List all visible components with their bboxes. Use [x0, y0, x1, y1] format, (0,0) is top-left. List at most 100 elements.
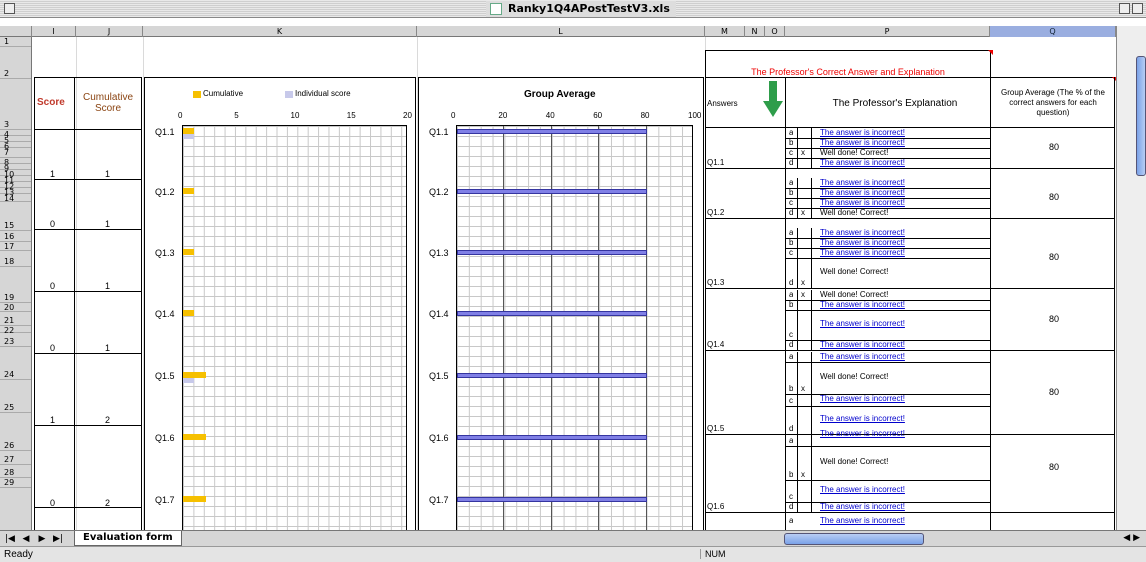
explanation-incorrect-link[interactable]: The answer is incorrect!	[820, 198, 905, 208]
explanation-correct[interactable]: Well done! Correct!	[820, 372, 888, 382]
row-header-17[interactable]: 17	[0, 242, 31, 251]
explanation-incorrect-link[interactable]: The answer is incorrect!	[820, 485, 905, 495]
prev-sheet-button[interactable]: ◀	[20, 533, 32, 545]
explanation-incorrect-link[interactable]: The answer is incorrect!	[820, 188, 905, 198]
horizontal-scroll-arrows[interactable]: ◀ ▶	[1123, 533, 1140, 543]
explanation-incorrect-link[interactable]: The answer is incorrect!	[820, 128, 905, 138]
column-header-j[interactable]: J	[76, 26, 143, 37]
l-major-gridline	[645, 126, 647, 530]
row-header-7[interactable]: 7	[0, 148, 31, 158]
column-header-n[interactable]: N	[745, 26, 765, 37]
row-header-16[interactable]: 16	[0, 231, 31, 242]
worksheet-grid[interactable]: Score Cumulative Score 1 1 0 1 0 1 0 1 1…	[32, 37, 1116, 530]
question-divider	[705, 350, 1115, 351]
option-letter: a	[789, 436, 794, 445]
group-average-bar	[457, 250, 647, 255]
explanation-incorrect-link[interactable]: The answer is incorrect!	[820, 340, 905, 350]
collapse-box-icon[interactable]	[1132, 3, 1143, 14]
row-header-1[interactable]: 1	[0, 37, 31, 47]
l-x-tick-label: 100	[688, 111, 702, 120]
option-col-divider	[797, 424, 798, 512]
explanation-incorrect-link[interactable]: The answer is incorrect!	[820, 158, 905, 168]
close-box-icon[interactable]	[4, 3, 15, 14]
first-sheet-button[interactable]: |◀	[4, 533, 16, 545]
explanation-incorrect-link[interactable]: The answer is incorrect!	[820, 319, 905, 329]
status-bar: Ready NUM	[0, 546, 1146, 562]
vertical-scroll-thumb[interactable]	[1136, 56, 1146, 176]
column-header-i[interactable]: I	[32, 26, 76, 37]
explanation-correct[interactable]: Well done! Correct!	[820, 457, 888, 467]
row-header-24[interactable]: 24	[0, 347, 31, 380]
explanation-incorrect-link[interactable]: The answer is incorrect!	[820, 248, 905, 258]
window-title-bar: Ranky1Q4APostTestV3.xls	[0, 0, 1146, 18]
row-header-18[interactable]: 18	[0, 251, 31, 267]
explanation-correct[interactable]: Well done! Correct!	[820, 267, 888, 277]
mark-col-divider	[811, 178, 812, 218]
zoom-box-icon[interactable]	[1119, 3, 1130, 14]
option-letter: a	[789, 516, 794, 525]
explanation-incorrect-link[interactable]: The answer is incorrect!	[820, 516, 905, 526]
explanation-correct[interactable]: Well done! Correct!	[820, 208, 888, 218]
explanation-incorrect-link[interactable]: The answer is incorrect!	[820, 502, 905, 512]
explanation-incorrect-link[interactable]: The answer is incorrect!	[820, 138, 905, 148]
option-letter: b	[789, 384, 794, 393]
professor-header: The Professor's Correct Answer and Expla…	[751, 67, 945, 77]
row-header-14[interactable]: 14	[0, 194, 31, 203]
row-header-23[interactable]: 23	[0, 333, 31, 347]
cumulative-q1-3: 1	[105, 281, 111, 291]
vertical-scrollbar[interactable]	[1116, 26, 1146, 530]
row-header-15[interactable]: 15	[0, 202, 31, 231]
column-header-k[interactable]: K	[143, 26, 417, 37]
last-sheet-button[interactable]: ▶|	[52, 533, 64, 545]
explanation-correct[interactable]: Well done! Correct!	[820, 148, 888, 158]
mark-col-divider	[811, 290, 812, 350]
option-letter: a	[789, 352, 794, 361]
row-header-28[interactable]: 28	[0, 465, 31, 478]
explanation-incorrect-link[interactable]: The answer is incorrect!	[820, 414, 905, 424]
option-row-divider	[785, 480, 990, 481]
explanation-incorrect-link[interactable]: The answer is incorrect!	[820, 352, 905, 362]
column-header-p[interactable]: P	[785, 26, 990, 37]
horizontal-scroll-thumb[interactable]	[784, 533, 924, 545]
down-arrow-icon	[763, 81, 783, 119]
row-header-21[interactable]: 21	[0, 312, 31, 326]
row-header-25[interactable]: 25	[0, 380, 31, 413]
explanation-incorrect-link[interactable]: The answer is incorrect!	[820, 238, 905, 248]
row-header-26[interactable]: 26	[0, 413, 31, 451]
sheet-tab-evaluation-form[interactable]: Evaluation form	[74, 531, 182, 546]
explanation-correct[interactable]: Well done! Correct!	[820, 290, 888, 300]
row-header-2[interactable]: 2	[0, 47, 31, 79]
column-header-m[interactable]: M	[705, 26, 745, 37]
column-header-o[interactable]: O	[765, 26, 785, 37]
row-header-20[interactable]: 20	[0, 303, 31, 312]
cumulative-bar	[183, 496, 206, 502]
cumulative-q1-5: 2	[105, 415, 111, 425]
select-all-corner[interactable]	[0, 26, 32, 37]
option-letter: b	[789, 138, 794, 147]
legend-label-cumulative: Cumulative	[203, 89, 244, 98]
explanation-incorrect-link[interactable]: The answer is incorrect!	[820, 178, 905, 188]
cumulative-column-box	[74, 77, 142, 530]
option-letter: c	[789, 198, 793, 207]
group-average-value: 80	[1048, 462, 1059, 472]
row-header-3[interactable]: 3	[0, 79, 31, 130]
question-label: Q1.2	[707, 208, 725, 217]
row-header-19[interactable]: 19	[0, 267, 31, 303]
column-header-q[interactable]: Q	[990, 26, 1116, 37]
cumulative-bar	[183, 249, 195, 255]
next-sheet-button[interactable]: ▶	[36, 533, 48, 545]
explanation-incorrect-link[interactable]: The answer is incorrect!	[820, 228, 905, 238]
explanation-incorrect-link[interactable]: The answer is incorrect!	[820, 429, 905, 439]
explanation-incorrect-link[interactable]: The answer is incorrect!	[820, 300, 905, 310]
l-major-gridline	[503, 126, 505, 530]
column-header-l[interactable]: L	[417, 26, 705, 37]
l-x-tick-label: 80	[640, 111, 650, 120]
explanation-incorrect-link[interactable]: The answer is incorrect!	[820, 394, 905, 404]
row-header-27[interactable]: 27	[0, 451, 31, 465]
option-letter: a	[789, 128, 794, 137]
row-header-29[interactable]: 29	[0, 478, 31, 488]
question-label: Q1.4	[707, 340, 725, 349]
score-q1-1: 1	[50, 169, 56, 179]
row-header-22[interactable]: 22	[0, 326, 31, 335]
legend-label-individual: Individual score	[295, 89, 351, 98]
